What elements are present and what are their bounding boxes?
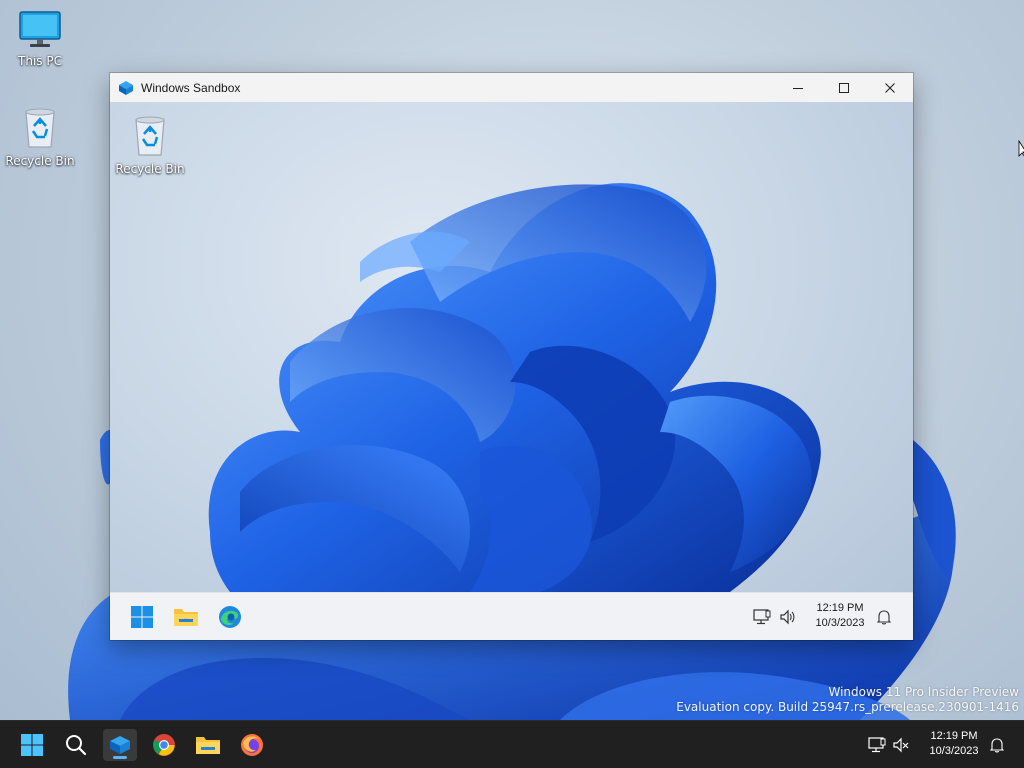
desktop-icon-label: Recycle Bin: [5, 154, 75, 168]
network-button[interactable]: [866, 729, 888, 761]
maximize-icon: [839, 82, 849, 93]
sandbox-clock-time: 12:19 PM: [816, 602, 864, 614]
active-app-indicator: [113, 756, 127, 759]
sandbox-clock-date: 10/3/2023: [815, 617, 865, 629]
taskbar-file-explorer-button[interactable]: [191, 729, 225, 761]
desktop-icon-recycle-bin[interactable]: Recycle Bin: [0, 104, 80, 168]
chrome-icon: [153, 734, 175, 756]
host-clock-date: 10/3/2023: [929, 745, 979, 757]
network-icon: [868, 737, 886, 753]
sandbox-start-button[interactable]: [126, 601, 158, 633]
windows-start-icon: [21, 734, 43, 756]
start-button[interactable]: [15, 729, 49, 761]
recycle-bin-icon: [135, 116, 165, 156]
window-title: Windows Sandbox: [141, 80, 241, 95]
sandbox-clock[interactable]: 12:19 PM 10/3/2023: [806, 601, 874, 631]
sandbox-desktop-icon-recycle-bin[interactable]: Recycle Bin: [110, 112, 190, 176]
taskbar-chrome-button[interactable]: [147, 729, 181, 761]
notification-bell-icon: [990, 738, 1004, 753]
host-clock-time: 12:19 PM: [930, 730, 978, 742]
sandbox-file-explorer-button[interactable]: [170, 601, 202, 633]
taskbar-firefox-button[interactable]: [235, 729, 269, 761]
sandbox-volume-button[interactable]: [776, 601, 800, 633]
sandbox-taskbar: 12:19 PM 10/3/2023: [110, 592, 913, 640]
minimize-button[interactable]: [775, 73, 821, 102]
sandbox-desktop[interactable]: Recycle Bin 12:19 PM 10/3/2023: [110, 102, 913, 640]
window-controls: [775, 73, 913, 102]
desktop-icon-label: Recycle Bin: [115, 162, 185, 176]
volume-icon: [780, 609, 795, 625]
volume-button[interactable]: [890, 729, 912, 761]
recycle-bin-icon: [25, 108, 55, 148]
host-clock[interactable]: 12:19 PM 10/3/2023: [918, 729, 990, 759]
close-icon: [885, 82, 895, 93]
volume-muted-icon: [893, 737, 909, 753]
notification-bell-icon: [877, 610, 891, 625]
desktop-icon-this-pc[interactable]: This PC: [0, 10, 80, 68]
network-icon: [753, 609, 771, 625]
sandbox-icon: [119, 80, 133, 95]
firefox-icon: [241, 734, 263, 756]
desktop-icon-label: This PC: [18, 54, 62, 68]
sandbox-icon: [110, 736, 130, 754]
mouse-cursor-icon: [1018, 140, 1024, 157]
evaluation-watermark: Windows 11 Pro Insider Preview Evaluatio…: [676, 685, 1019, 715]
folder-icon: [196, 737, 220, 754]
search-icon: [66, 735, 87, 756]
watermark-build: Evaluation copy. Build 25947.rs_prerelea…: [676, 700, 1019, 714]
sandbox-network-button[interactable]: [750, 601, 774, 633]
notifications-button[interactable]: [985, 729, 1009, 761]
taskbar-windows-sandbox-button[interactable]: [103, 729, 137, 761]
watermark-edition: Windows 11 Pro Insider Preview: [828, 685, 1019, 699]
search-button[interactable]: [59, 729, 93, 761]
folder-icon: [174, 609, 198, 626]
sandbox-edge-button[interactable]: [214, 601, 246, 633]
minimize-icon: [793, 87, 803, 89]
sandbox-notifications-button[interactable]: [872, 601, 896, 633]
sandbox-wallpaper-bloom: [208, 183, 821, 592]
close-button[interactable]: [867, 73, 913, 102]
host-taskbar: 12:19 PM 10/3/2023: [0, 720, 1024, 768]
maximize-button[interactable]: [821, 73, 867, 102]
monitor-icon: [19, 11, 61, 47]
title-bar[interactable]: Windows Sandbox: [110, 73, 913, 102]
edge-icon: [219, 606, 241, 628]
windows-start-icon: [131, 606, 153, 628]
sandbox-window[interactable]: Windows Sandbox Recycle Bin 12:19 PM 10/…: [110, 73, 913, 640]
